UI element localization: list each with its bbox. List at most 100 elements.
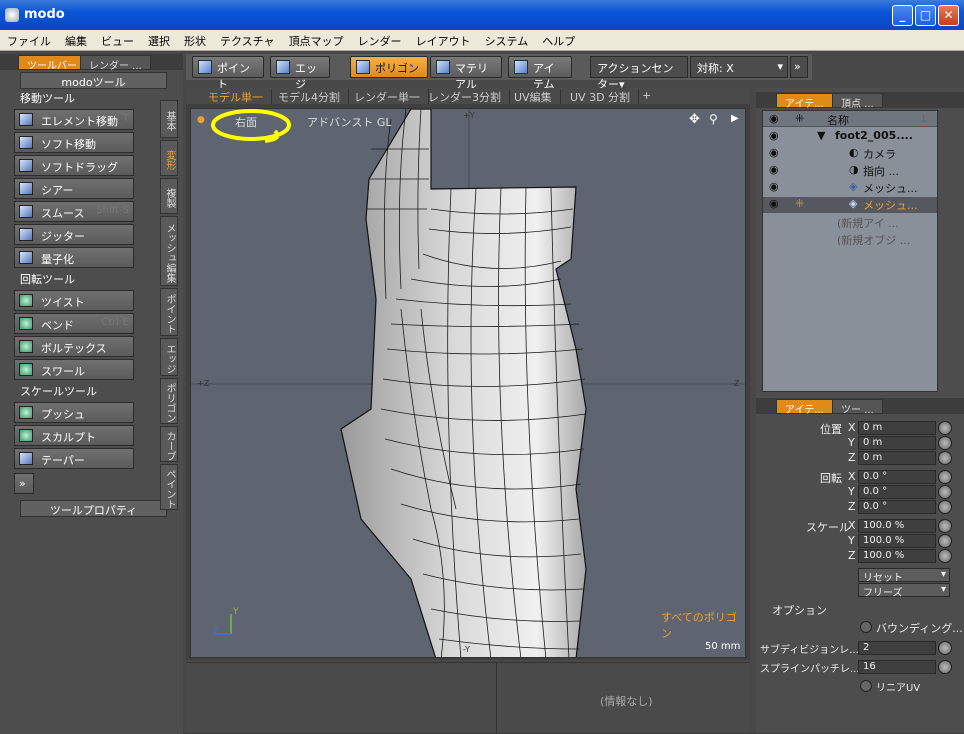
tab-uv-3d[interactable]: UV 3D 分割 bbox=[562, 89, 640, 104]
rotation-z-field[interactable]: 0.0 ° bbox=[858, 500, 936, 514]
item-mode-button[interactable]: アイテム bbox=[508, 56, 572, 91]
scale-z-knob[interactable] bbox=[938, 549, 952, 563]
rotation-y-knob[interactable] bbox=[938, 485, 952, 499]
menu-help[interactable]: ヘルプ bbox=[535, 30, 582, 49]
material-mode-button[interactable]: マテリアル bbox=[430, 56, 502, 91]
spline-patch-field[interactable]: 16 bbox=[858, 660, 936, 674]
foot-mesh[interactable] bbox=[340, 109, 587, 658]
position-y-knob[interactable] bbox=[938, 436, 952, 450]
menu-vertex-map[interactable]: 頂点マップ bbox=[282, 30, 351, 49]
rotation-z-knob[interactable] bbox=[938, 500, 952, 514]
menu-file[interactable]: ファイル bbox=[0, 30, 58, 49]
viewport-menu-icon[interactable]: ● bbox=[197, 115, 205, 125]
vtab-point[interactable]: ポイント bbox=[160, 288, 178, 336]
soft-move-button[interactable]: ソフト移動 bbox=[14, 132, 134, 153]
scale-z-field[interactable]: 100.0 % bbox=[858, 549, 936, 563]
vtab-edge[interactable]: エッジ bbox=[160, 338, 178, 376]
modo-tools-header[interactable]: modoツール bbox=[20, 72, 167, 89]
pan-icon[interactable]: ✥ bbox=[689, 112, 700, 127]
view-name-label[interactable]: 右面 bbox=[235, 114, 257, 130]
twist-button[interactable]: ツイスト bbox=[14, 290, 134, 311]
sculpt-button[interactable]: スカルプト bbox=[14, 425, 134, 446]
vtab-basic[interactable]: 基本 bbox=[160, 100, 178, 138]
new-object-row[interactable]: (新規オブジ ... bbox=[837, 232, 910, 248]
position-y-field[interactable]: 0 m bbox=[858, 436, 936, 450]
eye-icon[interactable]: ◉ bbox=[769, 129, 779, 142]
freeze-dropdown[interactable]: フリーズ ▾ bbox=[858, 583, 950, 599]
scale-y-knob[interactable] bbox=[938, 534, 952, 548]
eye-icon[interactable]: ◉ bbox=[769, 146, 779, 159]
tab-model-single[interactable]: モデル単一 bbox=[200, 89, 272, 104]
tab-render-triple[interactable]: レンダー3分割 bbox=[420, 89, 510, 104]
tab-uv-edit[interactable]: UV編集 bbox=[506, 89, 561, 104]
bend-button[interactable]: ベンド Ctrl-E bbox=[14, 313, 134, 334]
eye-icon[interactable]: ◉ bbox=[769, 197, 779, 210]
swirl-button[interactable]: スワール bbox=[14, 359, 134, 380]
vortex-button[interactable]: ボルテックス bbox=[14, 336, 134, 357]
scale-x-knob[interactable] bbox=[938, 519, 952, 533]
rotation-x-field[interactable]: 0.0 ° bbox=[858, 470, 936, 484]
shading-mode-label[interactable]: アドバンスト GL bbox=[307, 114, 391, 130]
menu-select[interactable]: 選択 bbox=[141, 30, 177, 49]
menu-system[interactable]: システム bbox=[478, 30, 536, 49]
more-tools-button[interactable]: » bbox=[14, 473, 34, 494]
3d-viewport[interactable]: ● 右面 アドバンスト GL +Y +Z -Z -Y ✥ ⚲ ▶ Y Z すべて… bbox=[190, 108, 746, 658]
menu-geometry[interactable]: 形状 bbox=[177, 30, 213, 49]
close-button[interactable]: ✕ bbox=[938, 5, 959, 26]
rotation-x-knob[interactable] bbox=[938, 470, 952, 484]
soft-drag-button[interactable]: ソフトドラッグ bbox=[14, 155, 134, 176]
item-row-mesh-2-selected[interactable]: ◉ ⁜ ◈ メッシュ... bbox=[763, 197, 937, 213]
vtab-polygon[interactable]: ポリゴン bbox=[160, 378, 178, 424]
position-z-field[interactable]: 0 m bbox=[858, 451, 936, 465]
item-row-light[interactable]: ◉ ◑ 指向 ... bbox=[763, 163, 937, 179]
item-row-mesh-1[interactable]: ◉ ◈ メッシュ... bbox=[763, 180, 937, 196]
menu-texture[interactable]: テクスチャ bbox=[213, 30, 282, 49]
tab-tool-properties[interactable]: ツー ... bbox=[832, 399, 883, 416]
subdivision-field[interactable]: 2 bbox=[858, 641, 936, 655]
polygon-mode-button[interactable]: ポリゴン bbox=[350, 56, 428, 78]
subdivision-knob[interactable] bbox=[938, 641, 952, 655]
tab-vertex[interactable]: 頂点 ... bbox=[832, 93, 883, 110]
tab-render-single[interactable]: レンダー単一 bbox=[346, 89, 429, 104]
smooth-button[interactable]: スムース Shift-S bbox=[14, 201, 134, 222]
tab-toolbar[interactable]: ツールバー bbox=[18, 55, 86, 72]
item-row-camera[interactable]: ◉ ◐ カメラ bbox=[763, 146, 937, 162]
menu-edit[interactable]: 編集 bbox=[58, 30, 94, 49]
name-column-header[interactable]: 名称 bbox=[827, 112, 849, 128]
action-center-dropdown[interactable]: アクションセンター▾ bbox=[590, 56, 688, 91]
tool-properties-header[interactable]: ツールプロパティ bbox=[20, 500, 167, 517]
maximize-button[interactable]: □ bbox=[915, 5, 936, 26]
jitter-button[interactable]: ジッター bbox=[14, 224, 134, 245]
tab-render[interactable]: レンダー ... bbox=[80, 55, 151, 72]
quantize-button[interactable]: 量子化 bbox=[14, 247, 134, 268]
position-x-field[interactable]: 0 m bbox=[858, 421, 936, 435]
position-z-knob[interactable] bbox=[938, 451, 952, 465]
vtab-duplicate[interactable]: 複製 bbox=[160, 178, 178, 214]
bounding-checkbox[interactable] bbox=[860, 621, 872, 633]
vtab-curve[interactable]: カーブ bbox=[160, 426, 178, 462]
vtab-mesh-edit[interactable]: メッシュ編集 bbox=[160, 216, 178, 286]
rotation-y-field[interactable]: 0.0 ° bbox=[858, 485, 936, 499]
element-move-button[interactable]: エレメント移動 T bbox=[14, 109, 134, 130]
scale-y-field[interactable]: 100.0 % bbox=[858, 534, 936, 548]
linear-uv-checkbox[interactable] bbox=[860, 680, 872, 692]
viewport-canvas[interactable] bbox=[191, 109, 746, 658]
tab-items[interactable]: アイテ... bbox=[776, 93, 833, 110]
menu-render[interactable]: レンダー bbox=[351, 30, 409, 49]
position-x-knob[interactable] bbox=[938, 421, 952, 435]
vtab-paint[interactable]: ペイント bbox=[160, 464, 178, 510]
vtab-deform[interactable]: 変形 bbox=[160, 140, 178, 176]
menu-layout[interactable]: レイアウト bbox=[409, 30, 478, 49]
push-button[interactable]: プッシュ bbox=[14, 402, 134, 423]
tab-model-quad[interactable]: モデル4分割 bbox=[270, 89, 349, 104]
taper-button[interactable]: テーパー bbox=[14, 448, 134, 469]
point-mode-button[interactable]: ポイント bbox=[192, 56, 264, 91]
symmetry-dropdown[interactable]: 対称: X ▾ bbox=[690, 56, 788, 78]
edge-mode-button[interactable]: エッジ bbox=[270, 56, 330, 91]
tab-item-properties[interactable]: アイテ... bbox=[776, 399, 833, 416]
reset-dropdown[interactable]: リセット ▾ bbox=[858, 568, 950, 584]
zoom-icon[interactable]: ⚲ bbox=[709, 112, 718, 126]
viewport-options-icon[interactable]: ▶ bbox=[731, 113, 739, 124]
spline-patch-knob[interactable] bbox=[938, 660, 952, 674]
eye-icon[interactable]: ◉ bbox=[769, 180, 779, 193]
